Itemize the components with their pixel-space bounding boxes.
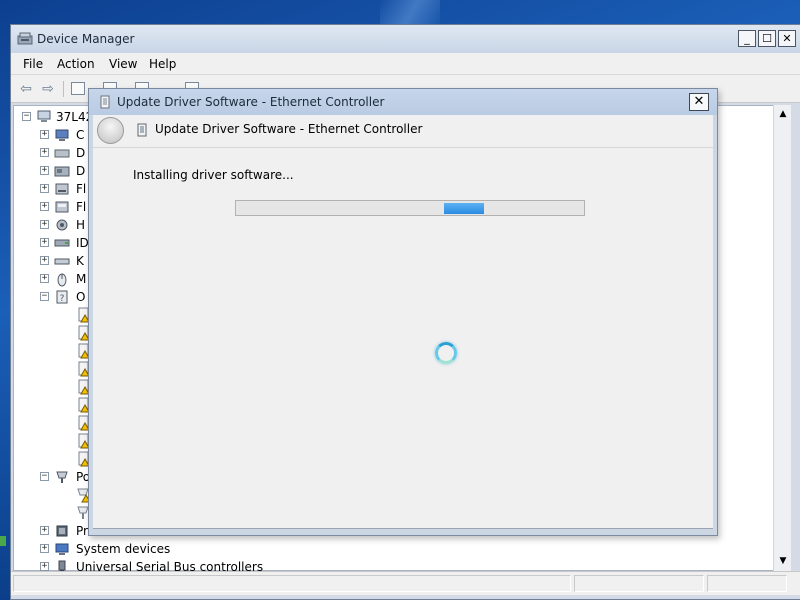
- install-progress-bar: [235, 200, 585, 216]
- device-manager-icon: [17, 32, 33, 45]
- tree-item-label: D: [76, 146, 86, 160]
- tree-expander[interactable]: +: [40, 274, 49, 283]
- disk-drive-icon: [54, 149, 70, 158]
- tree-item-label: Fl: [76, 182, 87, 196]
- floppy-controller-icon: [55, 183, 69, 195]
- dialog-body: Installing driver software...: [93, 147, 713, 529]
- tree-expander[interactable]: +: [40, 184, 49, 193]
- menu-help[interactable]: Help: [149, 57, 176, 71]
- tree-expander[interactable]: +: [40, 202, 49, 211]
- tree-expander[interactable]: −: [40, 472, 49, 481]
- dialog-titlebar[interactable]: Update Driver Software - Ethernet Contro…: [89, 89, 717, 115]
- tree-item-label: ID: [76, 236, 89, 250]
- scroll-down-arrow-icon[interactable]: ▼: [776, 554, 790, 568]
- installing-status-text: Installing driver software...: [133, 168, 294, 182]
- dialog-header: Update Driver Software - Ethernet Contro…: [93, 115, 713, 147]
- window-controls: _ ☐ ✕: [738, 30, 796, 47]
- tree-expander[interactable]: −: [22, 112, 31, 121]
- keyboard-icon: [54, 258, 70, 265]
- tree-expander[interactable]: +: [40, 148, 49, 157]
- tree-item[interactable]: + System devices: [14, 540, 714, 558]
- tree-expander[interactable]: +: [40, 544, 49, 553]
- tree-expander[interactable]: +: [40, 220, 49, 229]
- desktop-icon-edge: [0, 536, 6, 546]
- floppy-drive-icon: [55, 201, 69, 213]
- status-bar: [11, 571, 800, 595]
- minimize-button[interactable]: _: [738, 30, 756, 47]
- svg-text:?: ?: [60, 294, 65, 304]
- tree-item-label: C: [76, 128, 85, 142]
- dialog-close-button[interactable]: ✕: [689, 93, 709, 111]
- progress-marquee-chunk: [444, 203, 484, 214]
- status-panel-2: [574, 575, 704, 592]
- network-adapter-icon: [100, 95, 110, 109]
- processor-icon: [56, 525, 68, 537]
- maximize-button[interactable]: ☐: [758, 30, 776, 47]
- device-manager-titlebar[interactable]: Device Manager _ ☐ ✕: [11, 25, 800, 53]
- back-button[interactable]: [97, 117, 124, 144]
- forward-arrow-icon[interactable]: ⇨: [39, 80, 57, 98]
- tree-expander[interactable]: +: [40, 130, 49, 139]
- network-adapter-icon: [137, 123, 147, 137]
- window-title: Device Manager: [37, 32, 135, 46]
- vertical-scrollbar[interactable]: ▲ ▼: [773, 105, 791, 571]
- tree-item-label: H: [76, 218, 86, 232]
- dialog-title: Update Driver Software - Ethernet Contro…: [117, 95, 385, 109]
- menu-file[interactable]: File: [23, 57, 43, 71]
- menu-action[interactable]: Action: [57, 57, 95, 71]
- other-devices-icon: ?: [56, 290, 68, 304]
- status-panel-main: [13, 575, 571, 592]
- tree-item-label: D: [76, 164, 86, 178]
- tree-expander[interactable]: +: [40, 166, 49, 175]
- toolbar-separator: [63, 81, 64, 97]
- scroll-up-arrow-icon[interactable]: ▲: [776, 107, 790, 121]
- tree-expander[interactable]: +: [40, 562, 49, 571]
- tree-expander[interactable]: −: [40, 292, 49, 301]
- computer-category-icon: [55, 129, 69, 141]
- tree-item-label: O: [76, 290, 86, 304]
- mouse-icon: [57, 273, 67, 287]
- computer-icon: [37, 110, 51, 122]
- ports-icon: [56, 471, 68, 483]
- tree-expander[interactable]: +: [40, 526, 49, 535]
- dialog-header-title: Update Driver Software - Ethernet Contro…: [155, 122, 423, 136]
- menu-view[interactable]: View: [109, 57, 137, 71]
- tree-item-label: M: [76, 272, 87, 286]
- update-driver-dialog: Update Driver Software - Ethernet Contro…: [88, 88, 718, 536]
- menu-bar: File Action View Help: [11, 53, 800, 75]
- tree-item-label: System devices: [76, 542, 171, 556]
- tree-item-label: Fl: [76, 200, 87, 214]
- system-devices-icon: [55, 543, 69, 555]
- show-hide-console-tree-icon[interactable]: [71, 82, 85, 95]
- tree-expander[interactable]: +: [40, 256, 49, 265]
- status-panel-3: [707, 575, 787, 592]
- busy-spinner-icon: [435, 342, 457, 364]
- display-adapter-icon: [54, 166, 70, 177]
- tree-expander[interactable]: +: [40, 238, 49, 247]
- back-arrow-icon[interactable]: ⇦: [17, 80, 35, 98]
- tree-item-label: K: [76, 254, 84, 268]
- close-button[interactable]: ✕: [778, 30, 796, 47]
- tree-item-label: Pr: [76, 524, 88, 538]
- hid-icon: [56, 219, 68, 231]
- ide-controller-icon: [54, 239, 70, 247]
